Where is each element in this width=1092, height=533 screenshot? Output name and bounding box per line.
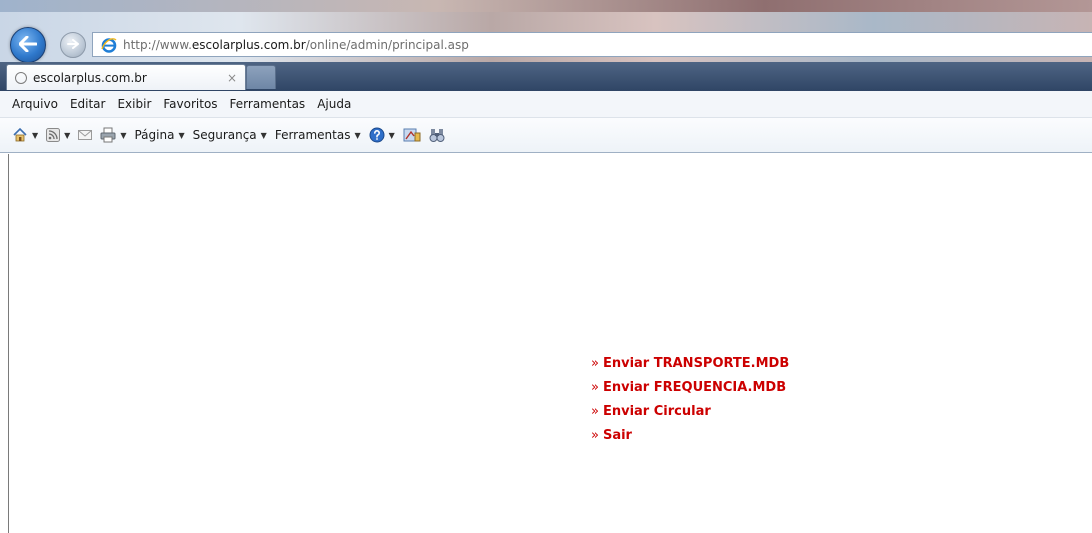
print-button[interactable]: ▼ [100,127,126,143]
research-icon [403,127,421,143]
chevron-down-icon: ▼ [178,130,185,140]
tab-strip: escolarplus.com.br × [0,62,1092,91]
raquo-glyph: » [591,356,599,371]
chevron-down-icon: ▼ [354,130,361,140]
link-sair[interactable]: » Sair [591,424,789,448]
raquo-glyph: » [591,428,599,443]
link-label: Enviar TRANSPORTE.MDB [602,356,790,371]
raquo-glyph: » [591,380,599,395]
pagina-menu[interactable]: Página ▼ [134,128,184,142]
ie-logo-icon [101,37,117,53]
page-content: » Enviar TRANSPORTE.MDB » Enviar FREQUENCI… [0,154,1092,533]
link-label: Enviar Circular [602,404,711,419]
ferramentas-label: Ferramentas [274,128,351,142]
browser-title-area: http://www.escolarplus.com.br/online/adm… [0,0,1092,91]
seguranca-label: Segurança [192,128,257,142]
link-enviar-frequencia[interactable]: » Enviar FREQUENCIA.MDB [591,376,789,400]
forward-button[interactable] [60,32,86,58]
link-enviar-transporte[interactable]: » Enviar TRANSPORTE.MDB [591,352,789,376]
menu-arquivo[interactable]: Arquivo [6,97,64,111]
loading-circle-icon [15,71,27,84]
menu-bar: Arquivo Editar Exibir Favoritos Ferramen… [0,91,1092,118]
link-label: Enviar FREQUENCIA.MDB [602,380,787,395]
printer-icon [100,127,116,143]
back-button[interactable] [10,27,46,63]
arrow-right-icon [67,38,79,52]
url-domain: escolarplus.com.br [191,37,306,52]
home-icon [12,127,28,143]
chevron-down-icon[interactable]: ▼ [120,131,126,140]
address-bar[interactable]: http://www.escolarplus.com.br/online/adm… [92,32,1092,57]
seguranca-menu[interactable]: Segurança ▼ [193,128,267,142]
accessibility-button[interactable] [429,127,445,143]
mail-icon [78,129,93,141]
arrow-left-icon [18,35,38,55]
chevron-down-icon[interactable]: ▼ [389,131,395,140]
tab-title: escolarplus.com.br [33,70,147,85]
research-button[interactable] [403,127,421,143]
home-button[interactable]: ▼ [12,127,38,143]
link-label: Sair [602,428,632,443]
mail-button[interactable] [78,129,93,141]
chevron-down-icon[interactable]: ▼ [32,131,38,140]
help-button[interactable]: ▼ [369,127,395,143]
tab-escolarplus[interactable]: escolarplus.com.br × [6,64,246,90]
new-tab-button[interactable] [246,65,276,89]
raquo-glyph: » [591,404,599,419]
command-bar: ▼ ▼ ▼ Página ▼ Segurança ▼ Ferramentas ▼… [0,118,1092,153]
chevron-down-icon: ▼ [260,130,267,140]
help-icon [369,127,385,143]
address-url: http://www.escolarplus.com.br/online/adm… [123,37,469,52]
menu-favoritos[interactable]: Favoritos [157,97,223,111]
feeds-button[interactable]: ▼ [46,128,70,142]
menu-ferramentas[interactable]: Ferramentas [224,97,312,111]
menu-ajuda[interactable]: Ajuda [311,97,357,111]
close-icon[interactable]: × [227,71,237,85]
menu-editar[interactable]: Editar [64,97,112,111]
menu-exibir[interactable]: Exibir [111,97,157,111]
chevron-down-icon[interactable]: ▼ [64,131,70,140]
ferramentas-menu[interactable]: Ferramentas ▼ [275,128,361,142]
pagina-label: Página [134,128,175,142]
content-left-border [8,154,9,533]
title-bar [0,0,1092,12]
admin-links: » Enviar TRANSPORTE.MDB » Enviar FREQUENCI… [591,352,789,448]
binoculars-icon [429,127,445,143]
rss-icon [46,128,61,142]
link-enviar-circular[interactable]: » Enviar Circular [591,400,789,424]
